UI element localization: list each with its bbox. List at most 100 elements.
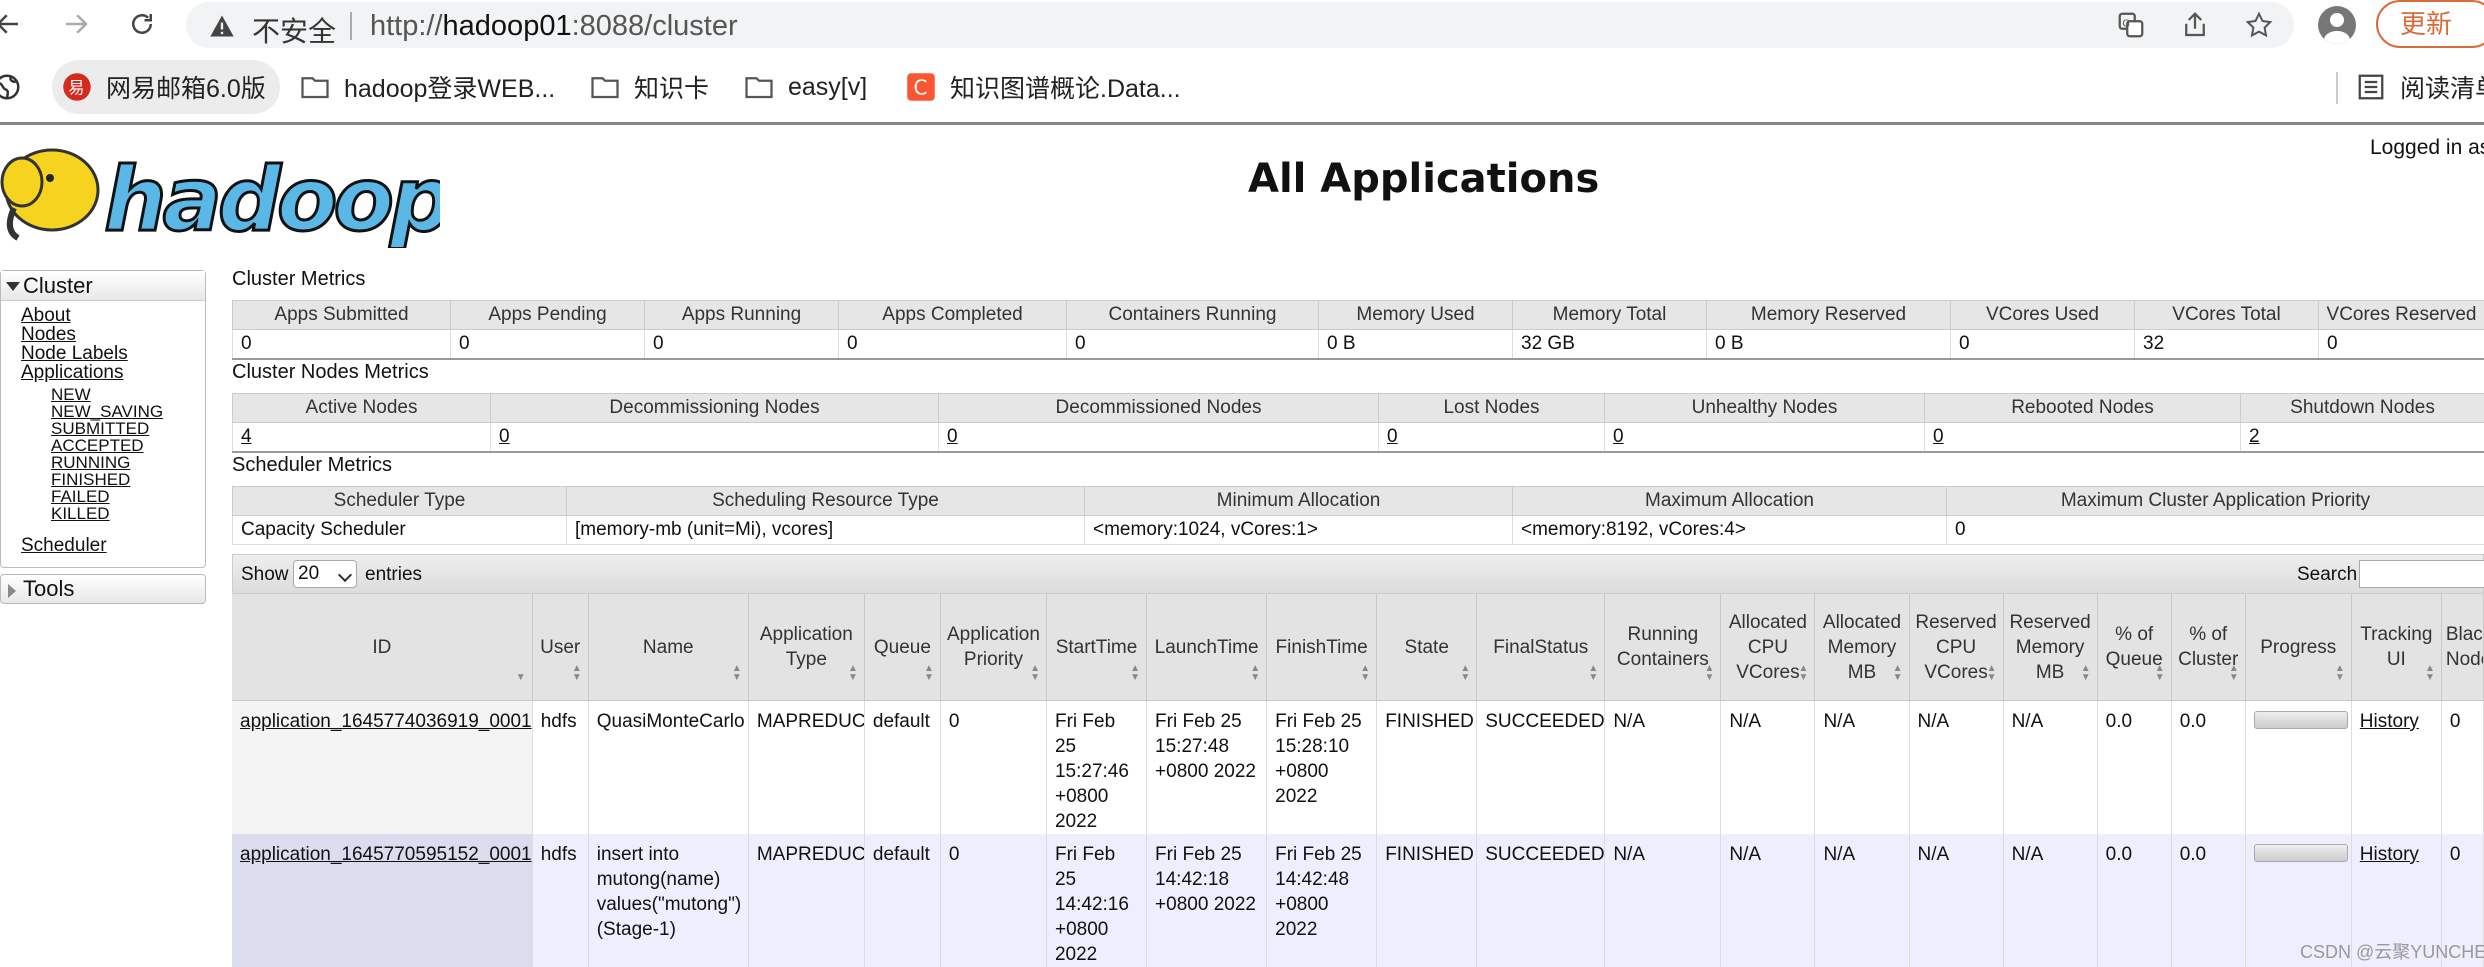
col-header-label: Allocated CPU VCores	[1729, 612, 1807, 683]
sort-icon: ▲▼	[848, 664, 858, 682]
col-header-state[interactable]: State▲▼	[1377, 594, 1477, 701]
share-icon[interactable]	[2180, 10, 2210, 40]
bookmark-folder-knowledge[interactable]: 知识卡	[590, 60, 709, 114]
not-secure-label[interactable]: 不安全	[252, 10, 336, 50]
scheduler-header: Maximum Cluster Application Priority	[1947, 487, 2484, 516]
address-bar[interactable]: 不安全 http://hadoop01:8088/cluster G	[186, 2, 2294, 48]
cell-reserved-memory: N/A	[2003, 834, 2097, 967]
bookmark-folder-hadoop[interactable]: hadoop登录WEB...	[300, 60, 555, 114]
col-header-pct-queue[interactable]: % of Queue▲▼	[2097, 594, 2171, 701]
nodes-header: Rebooted Nodes	[1925, 394, 2241, 423]
col-header-blacklisted[interactable]: Blacklisted Nodes	[2441, 594, 2483, 701]
globe-icon[interactable]	[0, 72, 22, 102]
search-input[interactable]	[2359, 560, 2484, 588]
col-header-pct-cluster[interactable]: % of Cluster▲▼	[2171, 594, 2245, 701]
col-header-label: Application Priority	[947, 624, 1040, 670]
col-header-reserved-memory[interactable]: Reserved Memory MB▲▼	[2003, 594, 2097, 701]
sidebar-state-killed[interactable]: KILLED	[51, 504, 110, 524]
col-header-priority[interactable]: Application Priority▲▼	[940, 594, 1046, 701]
back-button[interactable]	[0, 4, 28, 44]
active-nodes-link[interactable]: 4	[233, 423, 491, 453]
folder-icon	[590, 72, 620, 102]
col-header-label: StartTime	[1056, 637, 1138, 658]
csdn-icon: C	[906, 72, 936, 102]
col-header-launch-time[interactable]: LaunchTime▲▼	[1147, 594, 1267, 701]
svg-text:C: C	[914, 76, 928, 100]
bookmark-mail[interactable]: 易 网易邮箱6.0版	[52, 60, 280, 114]
col-header-label: FinishTime	[1276, 637, 1368, 658]
decommissioning-nodes-link[interactable]: 0	[491, 423, 939, 453]
bookmark-label: 知识卡	[634, 69, 709, 105]
col-header-label: FinalStatus	[1493, 637, 1588, 658]
scheduler-value: <memory:8192, vCores:4>	[1513, 516, 1947, 545]
sort-icon: ▲▼	[1987, 664, 1997, 682]
nodes-header: Active Nodes	[233, 394, 491, 423]
svg-text:易: 易	[68, 78, 84, 97]
cell-alloc-memory: N/A	[1815, 834, 1909, 967]
scheduler-header: Scheduler Type	[233, 487, 567, 516]
svg-text:hadoop: hadoop	[104, 148, 440, 248]
reading-list-icon	[2356, 72, 2386, 102]
url-text[interactable]: http://hadoop01:8088/cluster	[370, 10, 738, 43]
tracking-history-link[interactable]: History	[2351, 701, 2441, 835]
reading-list-button[interactable]: 阅读清单	[2356, 60, 2484, 114]
col-header-app-type[interactable]: Application Type▲▼	[748, 594, 864, 701]
decommissioned-nodes-link[interactable]: 0	[939, 423, 1379, 453]
col-header-label: Allocated Memory MB	[1823, 612, 1901, 683]
col-header-finish-time[interactable]: FinishTime▲▼	[1267, 594, 1377, 701]
bookmark-folder-easy[interactable]: easy[v]	[744, 60, 867, 114]
cell-alloc-memory: N/A	[1815, 701, 1909, 835]
lost-nodes-link[interactable]: 0	[1379, 423, 1605, 453]
col-header-label: ID	[372, 637, 391, 658]
scheduler-metrics-table: Scheduler Type Scheduling Resource Type …	[232, 486, 2484, 545]
app-id-link[interactable]: application_1645774036919_0001	[232, 701, 532, 835]
cell-reserved-memory: N/A	[2003, 701, 2097, 835]
col-header-alloc-memory[interactable]: Allocated Memory MB▲▼	[1815, 594, 1909, 701]
col-header-running-containers[interactable]: Running Containers▲▼	[1605, 594, 1721, 701]
shutdown-nodes-link[interactable]: 2	[2241, 423, 2484, 453]
rebooted-nodes-link[interactable]: 0	[1925, 423, 2241, 453]
col-header-progress[interactable]: Progress▲▼	[2245, 594, 2351, 701]
reload-button[interactable]	[122, 4, 162, 44]
forward-button[interactable]	[56, 4, 96, 44]
cell-type: MAPREDUCE	[748, 701, 864, 835]
col-header-start-time[interactable]: StartTime▲▼	[1046, 594, 1146, 701]
col-header-label: Reserved CPU VCores	[1915, 612, 1996, 683]
page-size-select[interactable]: 20	[293, 560, 357, 588]
unhealthy-nodes-link[interactable]: 0	[1605, 423, 1925, 453]
bookmark-label: hadoop登录WEB...	[344, 69, 555, 105]
cell-type: MAPREDUCE	[748, 834, 864, 967]
sidebar-tools-header[interactable]: Tools	[0, 574, 206, 604]
col-header-id[interactable]: ID▼	[232, 594, 532, 701]
browser-toolbar: 不安全 http://hadoop01:8088/cluster G 更新	[0, 0, 2484, 50]
col-header-name[interactable]: Name▲▼	[588, 594, 748, 701]
bookmark-star-icon[interactable]	[2244, 10, 2274, 40]
bookmark-label: easy[v]	[788, 73, 867, 102]
sort-icon: ▲▼	[1704, 664, 1714, 682]
translate-icon[interactable]: G	[2116, 10, 2146, 40]
profile-avatar[interactable]	[2318, 6, 2356, 44]
cell-state: FINISHED	[1377, 701, 1477, 835]
sidebar-link-applications[interactable]: Applications	[21, 362, 123, 384]
sidebar-link-scheduler[interactable]: Scheduler	[21, 535, 107, 557]
sort-icon: ▲▼	[1799, 664, 1809, 682]
col-header-alloc-vcores[interactable]: Allocated CPU VCores▲▼	[1721, 594, 1815, 701]
cell-name: insert into mutong(name) values("mutong"…	[588, 834, 748, 967]
metric-value: 0	[645, 330, 839, 360]
collapse-triangle-icon	[6, 282, 20, 291]
app-id-link[interactable]: application_1645770595152_0001	[232, 834, 532, 967]
col-header-user[interactable]: User▲▼	[532, 594, 588, 701]
cell-running-containers: N/A	[1605, 834, 1721, 967]
update-button[interactable]: 更新	[2376, 0, 2484, 48]
metric-value: 0	[1067, 330, 1319, 360]
sidebar-cluster-header[interactable]: Cluster	[1, 271, 205, 301]
col-header-queue[interactable]: Queue▲▼	[864, 594, 940, 701]
col-header-final-status[interactable]: FinalStatus▲▼	[1477, 594, 1605, 701]
scheduler-value: [memory-mb (unit=Mi), vcores]	[567, 516, 1085, 545]
col-header-reserved-vcores[interactable]: Reserved CPU VCores▲▼	[1909, 594, 2003, 701]
sidebar-cluster-panel: Cluster About Nodes Node Labels Applicat…	[0, 270, 206, 568]
cell-final-status: SUCCEEDED	[1477, 834, 1605, 967]
bookmark-csdn[interactable]: C 知识图谱概论.Data...	[906, 60, 1181, 114]
metric-header: Memory Used	[1319, 301, 1513, 330]
col-header-tracking-ui[interactable]: Tracking UI▲▼	[2351, 594, 2441, 701]
